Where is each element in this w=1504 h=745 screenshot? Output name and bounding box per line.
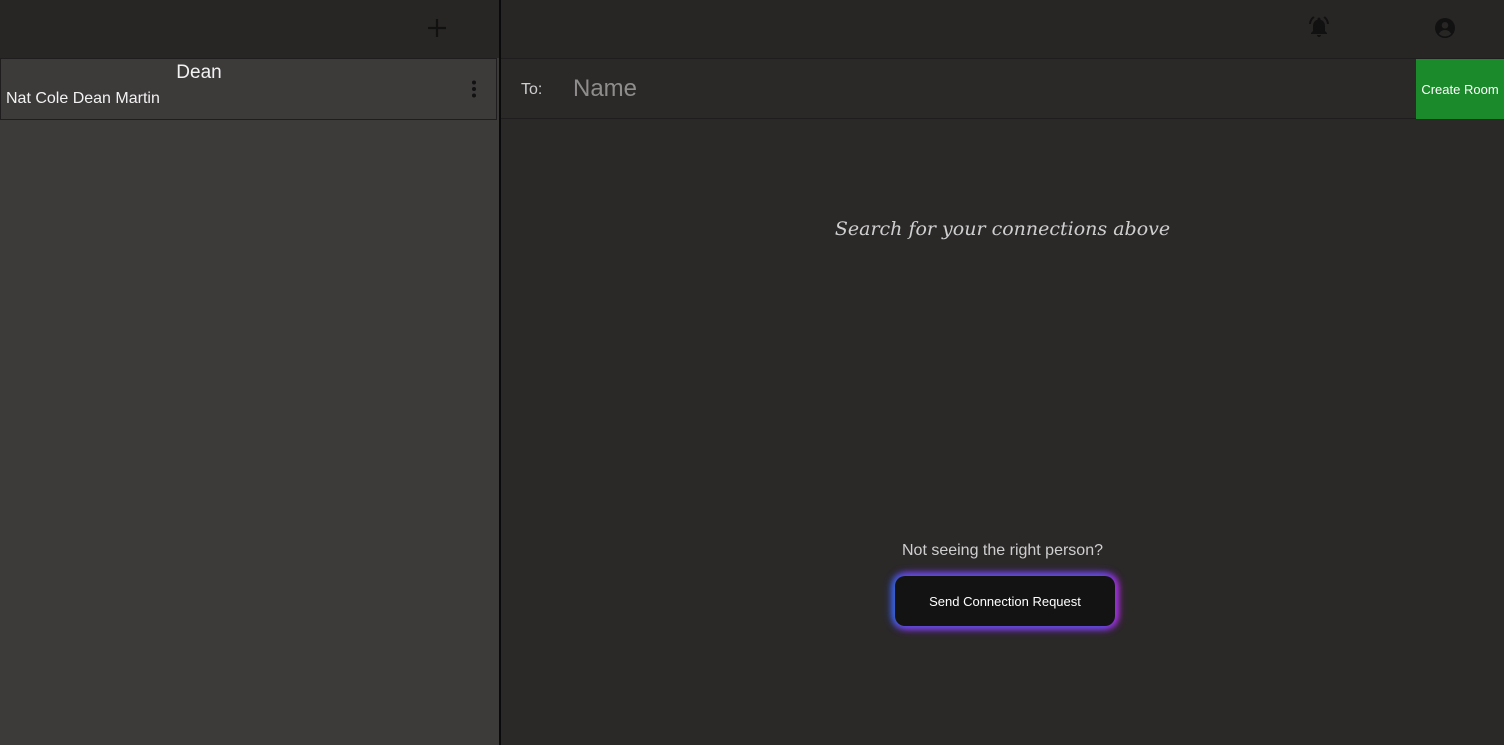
add-room-button[interactable]: [423, 14, 451, 42]
recipient-bar: To: Create Room: [501, 58, 1504, 119]
plus-icon: [428, 19, 446, 37]
main-panel: To: Create Room Search for your connecti…: [501, 0, 1504, 745]
room-menu-button[interactable]: [463, 77, 485, 101]
main-header: [501, 0, 1504, 58]
sidebar: Dean Nat Cole Dean Martin: [0, 0, 499, 745]
create-room-button[interactable]: Create Room: [1416, 59, 1504, 119]
bell-icon: [1309, 16, 1329, 37]
not-seeing-text: Not seeing the right person?: [901, 542, 1103, 559]
more-vertical-icon: [472, 80, 476, 98]
room-title: Dean: [176, 62, 222, 83]
notifications-button[interactable]: [1307, 14, 1331, 40]
account-button[interactable]: [1433, 16, 1457, 40]
search-hint-text: Search for your connections above: [834, 218, 1171, 240]
send-connection-request-button[interactable]: Send Connection Request: [895, 576, 1115, 626]
room-list-item[interactable]: Dean Nat Cole Dean Martin: [0, 58, 497, 120]
app-window: Dean Nat Cole Dean Martin To: Name Creat…: [0, 0, 1504, 745]
name-search-input[interactable]: [567, 69, 1409, 109]
room-members: Nat Cole Dean Martin: [6, 90, 160, 107]
sidebar-header: [0, 0, 499, 58]
to-label: To:: [521, 81, 543, 98]
account-circle-icon: [1435, 18, 1455, 38]
